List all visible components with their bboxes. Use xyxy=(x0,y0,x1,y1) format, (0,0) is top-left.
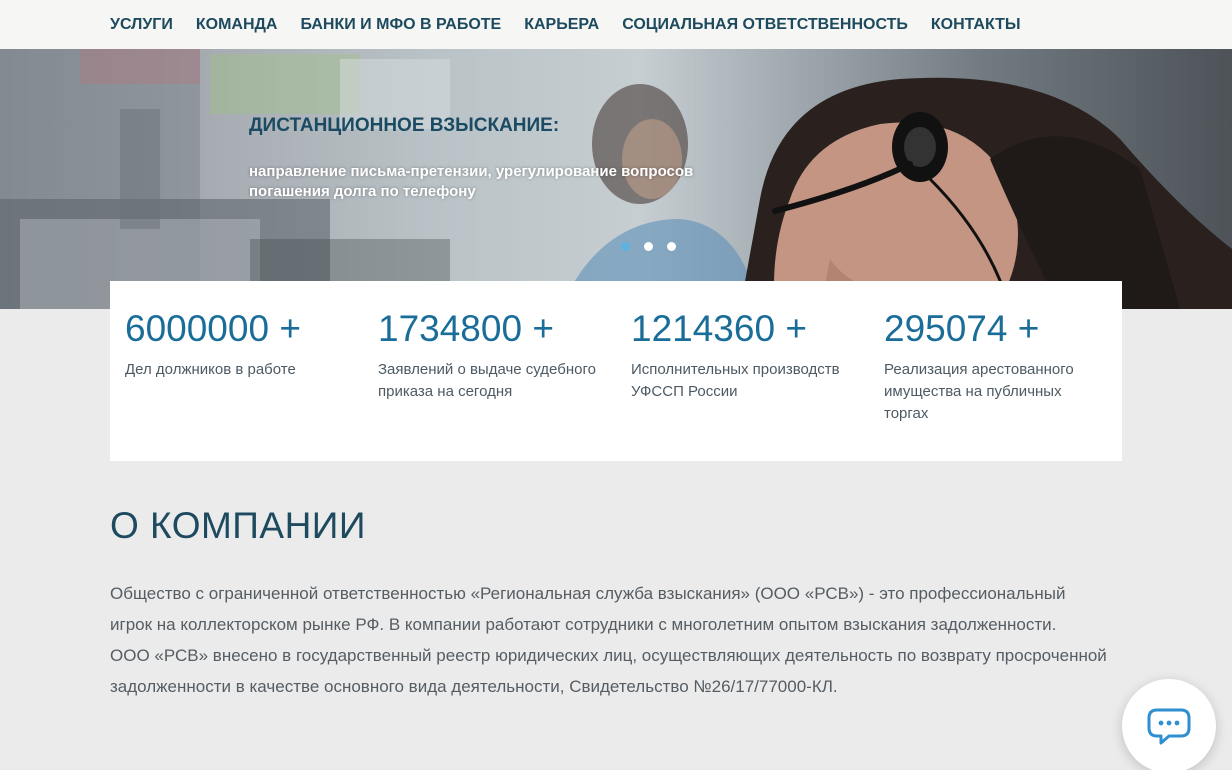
nav-item-team[interactable]: КОМАНДА xyxy=(196,16,278,34)
stat-label: Заявлений о выдаче судебного приказа на … xyxy=(378,361,596,400)
stat-court-orders: 1734800 + Заявлений о выдаче судебного п… xyxy=(363,281,616,461)
hero-subtitle: направление письма-претензии, урегулиров… xyxy=(249,163,694,200)
stat-auctions: 295074 + Реализация арестованного имущес… xyxy=(869,281,1122,461)
stat-label: Дел должников в работе xyxy=(125,361,296,378)
top-navigation: УСЛУГИ КОМАНДА БАНКИ И МФО В РАБОТЕ КАРЬ… xyxy=(0,0,1232,49)
stat-number: 6000000 + xyxy=(125,308,301,349)
stat-number: 1734800 + xyxy=(378,308,554,349)
slider-dots xyxy=(621,242,676,251)
about-paragraph-2: ООО «РСВ» внесено в государственный реес… xyxy=(110,646,1107,696)
stat-number: 295074 + xyxy=(884,308,1040,349)
hero-title: ДИСТАНЦИОННОЕ ВЗЫСКАНИЕ: xyxy=(249,115,560,136)
stats-panel: 6000000 + Дел должников в работе 1734800… xyxy=(110,281,1122,461)
nav-item-services[interactable]: УСЛУГИ xyxy=(110,16,173,34)
nav-item-banks[interactable]: БАНКИ И МФО В РАБОТЕ xyxy=(300,16,501,34)
slider-dot-3[interactable] xyxy=(667,242,676,251)
about-title: О КОМПАНИИ xyxy=(110,505,366,546)
chat-button[interactable] xyxy=(1122,679,1216,770)
stat-enforcement: 1214360 + Исполнительных производств УФС… xyxy=(616,281,869,461)
nav-item-social[interactable]: СОЦИАЛЬНАЯ ОТВЕТСТВЕННОСТЬ xyxy=(622,16,908,34)
about-text: Общество с ограниченной ответственностью… xyxy=(110,578,1110,702)
hero-slider: ДИСТАНЦИОННОЕ ВЗЫСКАНИЕ: направление пис… xyxy=(0,49,1232,309)
stat-label: Исполнительных производств УФССП России xyxy=(631,361,840,400)
stat-label: Реализация арестованного имущества на пу… xyxy=(884,361,1074,422)
slider-dot-2[interactable] xyxy=(644,242,653,251)
nav-item-career[interactable]: КАРЬЕРА xyxy=(524,16,599,34)
nav-item-contacts[interactable]: КОНТАКТЫ xyxy=(931,16,1021,34)
stat-number: 1214360 + xyxy=(631,308,807,349)
about-paragraph-1: Общество с ограниченной ответственностью… xyxy=(110,584,1066,634)
stat-cases: 6000000 + Дел должников в работе xyxy=(110,281,363,461)
chat-bubble-icon xyxy=(1147,708,1191,745)
slider-dot-1[interactable] xyxy=(621,242,630,251)
